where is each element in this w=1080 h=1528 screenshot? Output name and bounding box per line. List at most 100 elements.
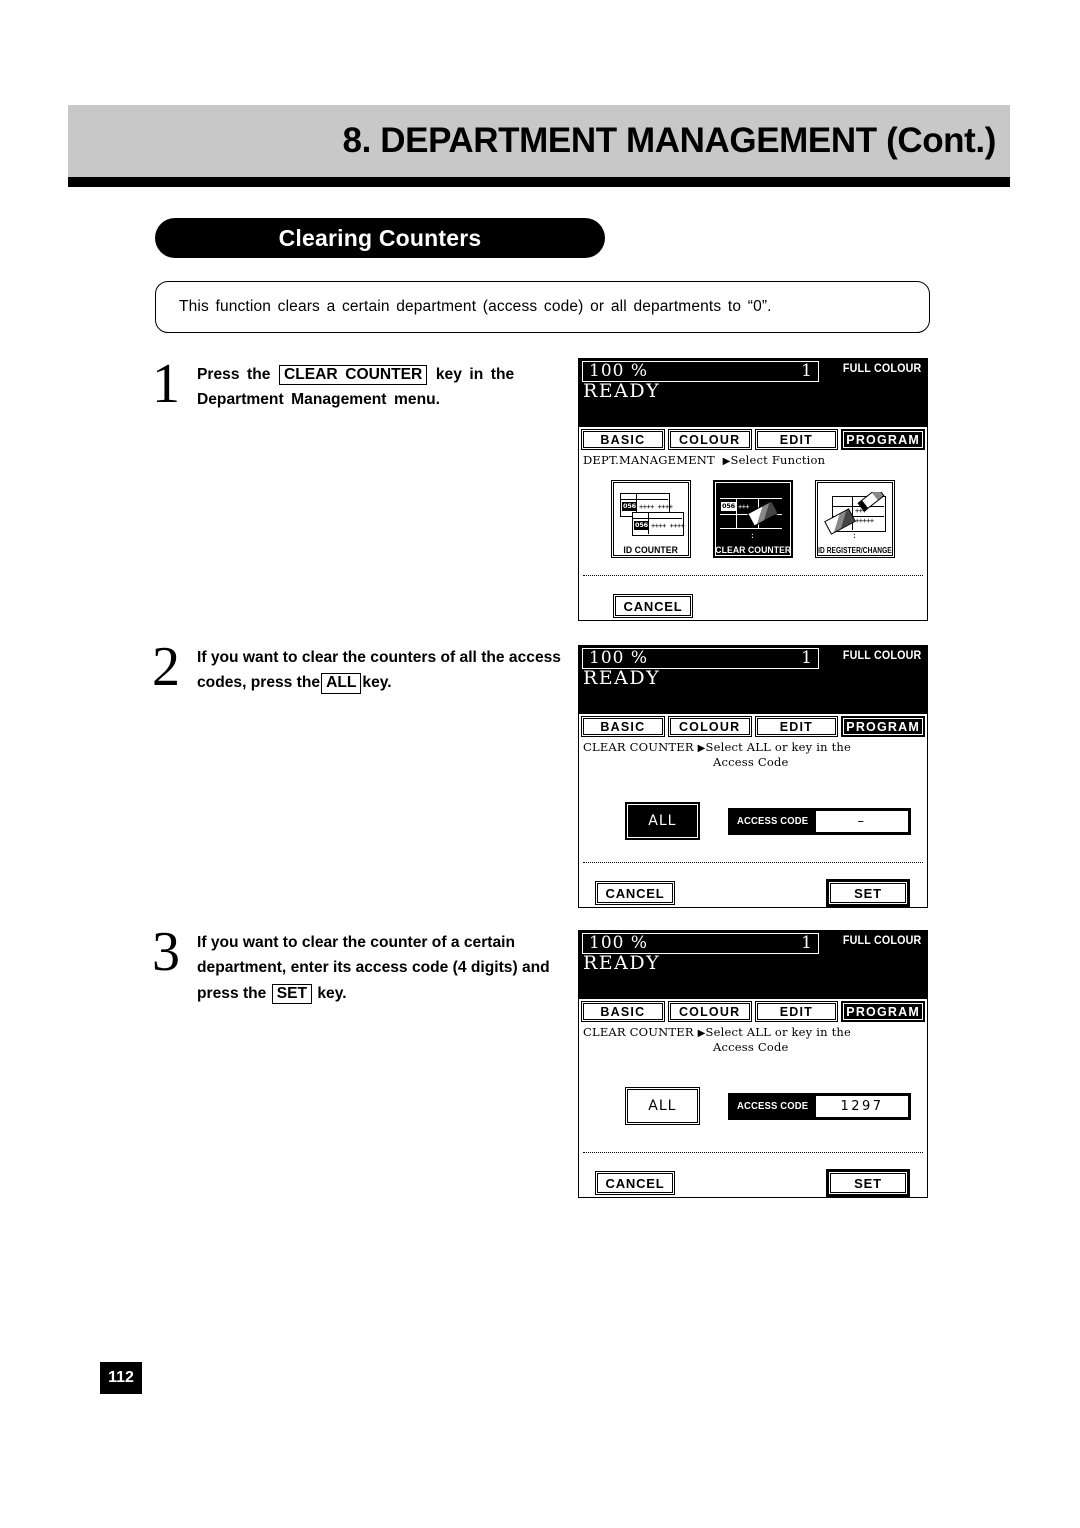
- access-code-field-3[interactable]: ACCESS CODE 1297: [727, 1092, 911, 1120]
- tab-basic-3[interactable]: BASIC: [581, 1001, 665, 1022]
- lcd-footer-divider-1: [583, 575, 923, 576]
- tab-program-1[interactable]: PROGRAM: [841, 429, 925, 450]
- clear-counter-icon: 056 +++ :: [716, 490, 790, 544]
- lcd-status-header-1: 100 % 1 FULL COLOUR READY: [579, 359, 927, 425]
- lcd-message-prompt-2b: Access Code: [713, 755, 789, 770]
- copy-count-value-3: 1: [801, 933, 812, 953]
- chapter-header-band: 8. DEPARTMENT MANAGEMENT (Cont.): [68, 105, 1010, 177]
- function-button-id-counter[interactable]: 056 ++++ ++++ 056 ++++ ++++ ID COUNTER: [611, 480, 691, 559]
- access-code-field-2[interactable]: ACCESS CODE –: [727, 807, 911, 835]
- lcd-screen-panel-1: 100 % 1 FULL COLOUR READY BASIC COLOUR E…: [578, 358, 928, 621]
- tab-program-2[interactable]: PROGRAM: [841, 716, 925, 737]
- step-3-text-before: If you want to clear the counter of a ce…: [197, 934, 550, 1002]
- step-3-body: If you want to clear the counter of a ce…: [197, 930, 572, 1006]
- lcd-footer-divider-3: [583, 1152, 923, 1153]
- lcd-status-header-2: 100 % 1 FULL COLOUR READY: [579, 646, 927, 712]
- lcd-message-line-1: DEPT.MANAGEMENT ▶Select Function: [579, 450, 927, 468]
- step-1: 1 Press the CLEAR COUNTER key in the Dep…: [152, 356, 572, 413]
- step-2-keycap: ALL: [321, 673, 362, 694]
- tab-basic-2[interactable]: BASIC: [581, 716, 665, 737]
- section-title-label: Clearing Counters: [278, 224, 482, 251]
- id-register-change-icon: +++ +++++ :: [818, 492, 892, 546]
- chapter-title-suffix: (Cont.): [886, 121, 996, 160]
- tab-edit-2[interactable]: EDIT: [754, 716, 839, 737]
- tab-edit-1[interactable]: EDIT: [754, 429, 839, 450]
- access-code-value-3: 1297: [816, 1095, 908, 1117]
- page-title: 8. DEPARTMENT MANAGEMENT (Cont.): [343, 121, 1010, 161]
- step-1-text-before: Press the: [197, 366, 271, 383]
- colour-mode-label-3: FULL COLOUR: [842, 935, 921, 947]
- function-label-id-counter: ID COUNTER: [623, 544, 679, 556]
- selection-row-2: ALL ACCESS CODE –: [579, 802, 927, 841]
- lcd-message-context-2: CLEAR COUNTER: [583, 740, 694, 754]
- set-button-3[interactable]: SET: [828, 1171, 908, 1195]
- step-1-body: Press the CLEAR COUNTER key in the Depar…: [197, 362, 572, 413]
- selection-row-3: ALL ACCESS CODE 1297: [579, 1087, 927, 1126]
- colour-mode-label-2: FULL COLOUR: [842, 650, 921, 662]
- intro-text: This function clears a certain departmen…: [179, 298, 772, 315]
- chapter-title-text: 8. DEPARTMENT MANAGEMENT: [342, 121, 878, 160]
- message-arrow-icon-2: ▶: [697, 743, 706, 754]
- tab-program-3[interactable]: PROGRAM: [841, 1001, 925, 1022]
- step-3-number: 3: [152, 921, 180, 983]
- copy-count-value-2: 1: [801, 648, 812, 668]
- zoom-ratio-value-1: 100 %: [589, 361, 649, 381]
- lcd-screen-panel-2: 100 % 1 FULL COLOUR READY BASIC COLOUR E…: [578, 645, 928, 908]
- cancel-button-2[interactable]: CANCEL: [595, 881, 675, 905]
- lcd-message-prompt-1: Select Function: [730, 453, 826, 467]
- lcd-footer-divider-2: [583, 862, 923, 863]
- tab-colour-1[interactable]: COLOUR: [667, 429, 752, 450]
- lcd-message-line-2: CLEAR COUNTER ▶Select ALL or key in the …: [579, 737, 927, 770]
- access-code-label-3: ACCESS CODE: [736, 1100, 809, 1113]
- lcd-message-prompt-3b: Access Code: [713, 1040, 789, 1055]
- zoom-ratio-value-3: 100 %: [589, 933, 649, 953]
- function-button-clear-counter[interactable]: 056 +++ : CLEAR COUNTER: [713, 480, 793, 559]
- lcd-tab-bar-1: BASIC COLOUR EDIT PROGRAM: [579, 425, 927, 450]
- cancel-button-3[interactable]: CANCEL: [595, 1171, 675, 1195]
- lcd-message-prompt-3: Select ALL or key in the: [705, 1025, 852, 1039]
- cancel-button-1[interactable]: CANCEL: [613, 594, 693, 618]
- step-3-keycap: SET: [271, 983, 313, 1004]
- step-2-body: If you want to clear the counters of all…: [197, 645, 572, 696]
- intro-callout-box: This function clears a certain departmen…: [155, 281, 930, 333]
- function-button-row: 056 ++++ ++++ 056 ++++ ++++ ID COUNTER 0…: [579, 480, 927, 559]
- tab-colour-2[interactable]: COLOUR: [667, 716, 752, 737]
- message-arrow-icon-1: ▶: [722, 456, 731, 467]
- lcd-tab-bar-3: BASIC COLOUR EDIT PROGRAM: [579, 997, 927, 1022]
- tab-basic-1[interactable]: BASIC: [581, 429, 665, 450]
- function-label-id-register-change: ID REGISTER/CHANGE: [818, 546, 892, 556]
- step-2: 2 If you want to clear the counters of a…: [152, 639, 572, 696]
- lcd-message-line-3: CLEAR COUNTER ▶Select ALL or key in the …: [579, 1022, 927, 1055]
- lcd-status-header-3: 100 % 1 FULL COLOUR READY: [579, 931, 927, 997]
- lcd-message-context-1: DEPT.MANAGEMENT: [583, 453, 715, 467]
- step-1-number: 1: [152, 353, 180, 415]
- lcd-message-context-3: CLEAR COUNTER: [583, 1025, 694, 1039]
- lcd-ratio-box-1: 100 % 1: [582, 361, 819, 382]
- tab-edit-3[interactable]: EDIT: [754, 1001, 839, 1022]
- message-arrow-icon-3: ▶: [697, 1028, 706, 1039]
- machine-status-text-3: READY: [583, 952, 661, 974]
- lcd-message-prompt-2: Select ALL or key in the: [705, 740, 852, 754]
- id-counter-icon: 056 ++++ ++++ 056 ++++ ++++: [614, 490, 688, 544]
- machine-status-text-2: READY: [583, 667, 661, 689]
- step-2-text-after: key.: [362, 674, 392, 692]
- section-title-pill: Clearing Counters: [155, 218, 605, 258]
- step-1-keycap: CLEAR COUNTER: [278, 365, 428, 386]
- lcd-screen-panel-3: 100 % 1 FULL COLOUR READY BASIC COLOUR E…: [578, 930, 928, 1198]
- function-button-id-register-change[interactable]: +++ +++++ : ID REGISTER/CHANGE: [815, 480, 895, 559]
- lcd-ratio-box-2: 100 % 1: [582, 648, 819, 669]
- page-number: 112: [100, 1362, 142, 1394]
- all-button-2[interactable]: ALL: [625, 802, 700, 841]
- lcd-footer-1: CANCEL: [579, 594, 927, 618]
- lcd-tab-bar-2: BASIC COLOUR EDIT PROGRAM: [579, 712, 927, 737]
- machine-status-text-1: READY: [583, 380, 661, 402]
- set-button-2[interactable]: SET: [828, 881, 908, 905]
- lcd-ratio-box-3: 100 % 1: [582, 933, 819, 954]
- function-label-clear-counter: CLEAR COUNTER: [715, 544, 791, 556]
- all-button-3[interactable]: ALL: [625, 1087, 700, 1126]
- tab-colour-3[interactable]: COLOUR: [667, 1001, 752, 1022]
- step-2-number: 2: [152, 636, 180, 698]
- zoom-ratio-value-2: 100 %: [589, 648, 649, 668]
- colour-mode-label-1: FULL COLOUR: [842, 363, 921, 375]
- access-code-value-2: –: [816, 810, 908, 832]
